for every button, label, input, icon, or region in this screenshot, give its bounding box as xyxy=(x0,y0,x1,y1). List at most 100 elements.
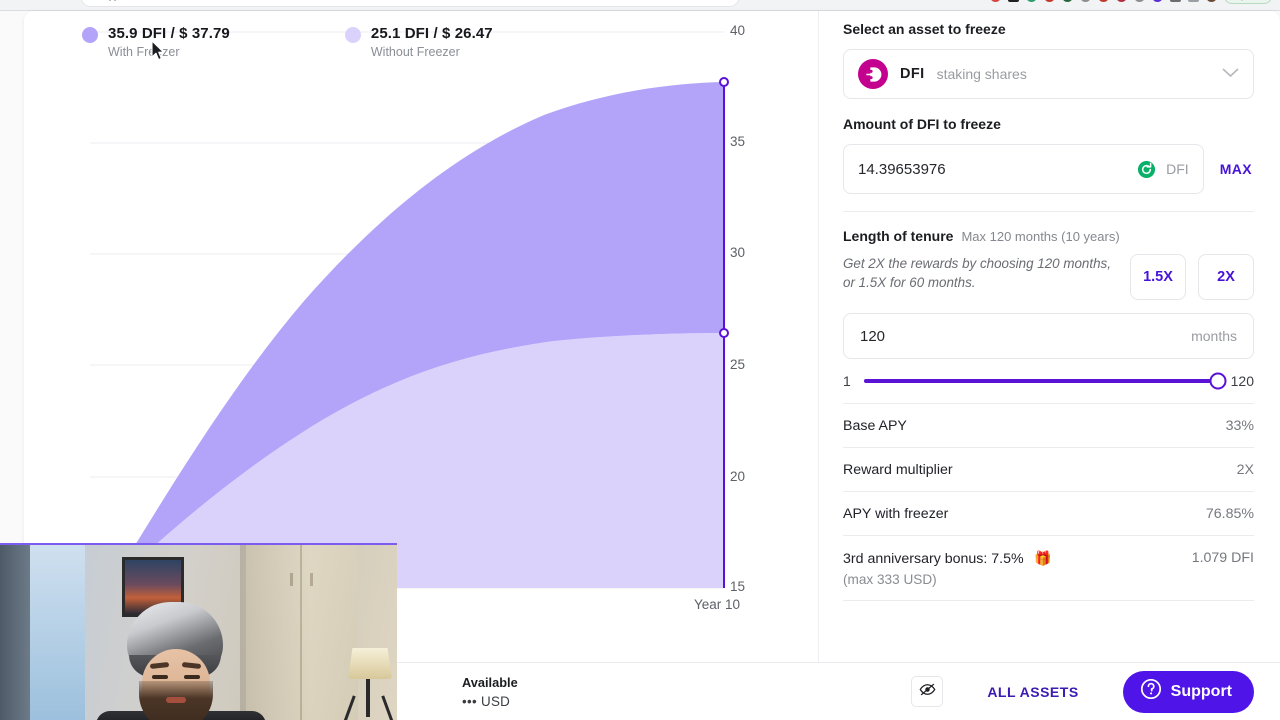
y-tick-30: 30 xyxy=(730,245,746,260)
asset-description: staking shares xyxy=(936,66,1027,82)
stat-value-apy-with-freezer: 76.85% xyxy=(1205,506,1254,522)
webcam-lamp-shade xyxy=(348,648,392,679)
support-button[interactable]: Support xyxy=(1122,670,1254,713)
tenure-title: Length of tenure xyxy=(843,228,954,244)
slider-min-label: 1 xyxy=(843,373,851,389)
amount-input-value: 14.39653976 xyxy=(858,160,946,178)
extension-icon-10[interactable] xyxy=(1170,0,1182,2)
refresh-icon[interactable] xyxy=(1137,160,1156,179)
webcam-shadow xyxy=(240,545,310,720)
divider-1 xyxy=(843,211,1254,212)
asset-symbol: DFI xyxy=(900,66,925,82)
total-label-available: Available xyxy=(462,674,518,690)
months-input-value: 120 xyxy=(860,327,886,345)
webcam-eye-right xyxy=(184,675,200,679)
stat-value-reward-multiplier: 2X xyxy=(1236,462,1254,478)
webcam-eye-left xyxy=(152,675,168,679)
legend-caption-without-freezer: Without Freezer xyxy=(370,45,460,59)
webcam-door xyxy=(0,545,30,720)
extension-icon-3[interactable] xyxy=(1026,0,1038,2)
search-icon[interactable] xyxy=(1134,0,1146,2)
amount-unit: DFI xyxy=(1166,161,1189,177)
address-bar[interactable]: app.cakedefi.com/freezer xyxy=(80,0,740,7)
dfi-glyph-icon xyxy=(865,66,881,82)
amount-row: 14.39653976 DFI MAX xyxy=(843,144,1254,194)
reload-icon[interactable]: ↻ xyxy=(52,0,66,3)
legend-dot-with-freezer xyxy=(82,27,98,43)
y-tick-15: 15 xyxy=(730,579,746,594)
forward-arrow-icon[interactable]: → xyxy=(30,0,44,3)
stat-row-base-apy: Base APY 33% xyxy=(843,403,1254,447)
update-button[interactable]: Update xyxy=(1224,0,1272,4)
stat-row-reward-multiplier: Reward multiplier 2X xyxy=(843,447,1254,491)
stat-label-base-apy: Base APY xyxy=(843,418,907,434)
stat-row-apy-with-freezer: APY with freezer 76.85% xyxy=(843,491,1254,535)
support-button-label: Support xyxy=(1170,682,1232,700)
y-tick-40: 40 xyxy=(730,23,746,38)
max-button[interactable]: MAX xyxy=(1218,157,1254,181)
amount-input[interactable]: 14.39653976 DFI xyxy=(843,144,1204,194)
months-unit-label: months xyxy=(1191,328,1237,344)
legend-dot-without-freezer xyxy=(344,27,361,43)
extension-icon-5[interactable] xyxy=(1062,0,1074,2)
asset-section-title: Select an asset to freeze xyxy=(843,21,1006,37)
stat-value-anniversary-bonus: 1.079 DFI xyxy=(1191,550,1254,566)
extension-icon-9[interactable] xyxy=(1152,0,1164,2)
legend-value-with-freezer: 35.9 DFI / $ 37.79 xyxy=(108,25,230,42)
chart-legend: 35.9 DFI / $ 37.79 With Freezer 25.1 DFI… xyxy=(82,25,493,59)
total-value-available: ••• USD xyxy=(462,693,511,709)
tenure-subtitle: Max 120 months (10 years) xyxy=(961,229,1120,244)
tenure-hint: Get 2X the rewards by choosing 120 month… xyxy=(843,256,1111,291)
y-tick-20: 20 xyxy=(730,469,746,484)
avatar[interactable] xyxy=(1206,0,1218,2)
legend-item-with-freezer: 35.9 DFI / $ 37.79 With Freezer xyxy=(82,25,230,59)
extension-icon-2[interactable] xyxy=(1008,0,1020,2)
multiplier-1-5x-button[interactable]: 1.5X xyxy=(1130,254,1186,300)
browser-chrome: ← → ↻ app.cakedefi.com/freezer xyxy=(0,0,1280,11)
extension-icon-6[interactable] xyxy=(1080,0,1092,2)
tenure-header: Length of tenure Max 120 months (10 year… xyxy=(843,228,1254,244)
extension-icon-1[interactable] xyxy=(990,0,1002,2)
asset-select[interactable]: DFI staking shares xyxy=(843,49,1254,99)
hide-balances-button[interactable] xyxy=(911,676,944,707)
webcam-mouth xyxy=(166,697,186,703)
extension-icon-7[interactable] xyxy=(1098,0,1110,2)
freeze-form-panel: Select an asset to freeze DFI staking sh… xyxy=(818,11,1280,720)
y-tick-25: 25 xyxy=(730,357,746,372)
webcam-overlay xyxy=(0,543,397,720)
chevron-down-icon[interactable] xyxy=(1222,65,1239,83)
tenure-slider[interactable] xyxy=(863,372,1227,390)
all-assets-link[interactable]: ALL ASSETS xyxy=(987,684,1078,700)
extension-icon-11[interactable] xyxy=(1188,0,1200,2)
webcam-window xyxy=(30,545,85,720)
address-bar-url: app.cakedefi.com/freezer xyxy=(104,0,205,1)
eye-off-icon xyxy=(919,682,936,702)
webcam-lamp-pole xyxy=(366,679,370,717)
slider-max-label: 120 xyxy=(1230,373,1254,389)
total-item-available: Available ••• USD xyxy=(462,675,596,709)
x-axis-label: Year 10 xyxy=(694,597,741,612)
question-mark-icon xyxy=(1140,678,1162,705)
stat-sublabel-anniversary-bonus: (max 333 USD) xyxy=(843,572,937,587)
amount-section-title: Amount of DFI to freeze xyxy=(843,116,1001,132)
divider-2 xyxy=(843,600,1254,601)
legend-value-without-freezer: 25.1 DFI / $ 26.47 xyxy=(370,25,493,42)
extension-icon-4[interactable] xyxy=(1044,0,1056,2)
legend-caption-with-freezer: With Freezer xyxy=(108,45,180,59)
dfi-logo-icon xyxy=(858,59,888,89)
endpoint-marker-without-freezer xyxy=(719,328,729,338)
slider-thumb[interactable] xyxy=(1209,372,1227,390)
webcam-cabinet-handle-right xyxy=(310,573,313,586)
endpoint-marker-with-freezer xyxy=(719,77,729,87)
stat-label-apy-with-freezer: APY with freezer xyxy=(843,506,949,522)
legend-item-without-freezer: 25.1 DFI / $ 26.47 Without Freezer xyxy=(344,25,493,59)
tenure-slider-row: 1 120 xyxy=(843,372,1254,390)
update-button-label: Update xyxy=(1235,0,1261,1)
tenure-row: Get 2X the rewards by choosing 120 month… xyxy=(843,254,1254,300)
stat-value-base-apy: 33% xyxy=(1225,418,1254,434)
months-input[interactable]: 120 months xyxy=(843,313,1254,359)
stat-label-anniversary-bonus: 3rd anniversary bonus: 7.5% xyxy=(843,551,1024,567)
extension-icon-8[interactable] xyxy=(1116,0,1128,2)
multiplier-2x-button[interactable]: 2X xyxy=(1198,254,1254,300)
back-arrow-icon[interactable]: ← xyxy=(8,0,22,3)
